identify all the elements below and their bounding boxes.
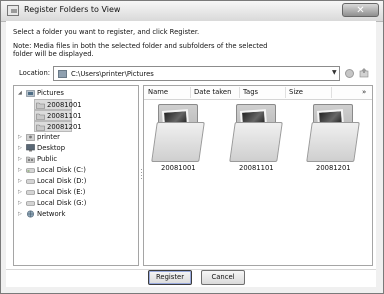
expand-icon[interactable]: ▷ bbox=[18, 200, 22, 206]
tree-item-label: printer bbox=[37, 133, 60, 141]
column-date-taken[interactable]: Date taken bbox=[194, 86, 231, 99]
tree-item-label: 20081201 bbox=[47, 123, 82, 131]
folder-tile-20081001[interactable] bbox=[151, 104, 205, 162]
more-columns-icon[interactable]: » bbox=[362, 86, 366, 99]
column-divider[interactable] bbox=[285, 87, 286, 98]
disk-icon bbox=[26, 179, 35, 184]
location-combobox[interactable]: C:\Users\printer\Pictures ▼ bbox=[53, 66, 340, 81]
tree-item-pictures[interactable]: ◢ Pictures bbox=[16, 88, 76, 99]
tree-item-label: 20081001 bbox=[47, 101, 82, 109]
tree-item-label: Local Disk (D:) bbox=[37, 177, 87, 185]
tree-item-label: Local Disk (E:) bbox=[37, 188, 86, 196]
tree-item-20081201[interactable]: 20081201 bbox=[34, 121, 82, 132]
expand-icon[interactable]: ▷ bbox=[18, 167, 22, 173]
desktop-icon bbox=[26, 144, 35, 152]
column-size[interactable]: Size bbox=[289, 86, 303, 99]
folder-tile-20081201[interactable] bbox=[306, 104, 360, 162]
column-divider[interactable] bbox=[190, 87, 191, 98]
window-title: Register Folders to View bbox=[24, 5, 121, 14]
folder-front-icon bbox=[229, 122, 283, 162]
tree-item-label: Desktop bbox=[37, 144, 66, 152]
dropdown-arrow-icon[interactable]: ▼ bbox=[332, 69, 337, 76]
tree-item-label: 20081101 bbox=[47, 112, 82, 120]
tree-item-network[interactable]: ▷ Network bbox=[16, 209, 96, 220]
tree-item-desktop[interactable]: ▷ Desktop bbox=[16, 143, 76, 154]
location-value: C:\Users\printer\Pictures bbox=[71, 70, 154, 78]
folder-icon bbox=[36, 124, 45, 131]
column-tags[interactable]: Tags bbox=[243, 86, 258, 99]
close-button[interactable]: ✕ bbox=[342, 3, 379, 17]
expand-icon[interactable]: ▷ bbox=[18, 189, 22, 195]
folder-label[interactable]: 20081101 bbox=[239, 164, 274, 172]
public-folder-icon bbox=[26, 156, 35, 163]
tree-item-label: Pictures bbox=[37, 89, 64, 97]
instructions-text: Select a folder you want to register, an… bbox=[13, 28, 200, 36]
folder-icon bbox=[36, 102, 45, 109]
app-icon bbox=[7, 5, 19, 16]
back-icon[interactable] bbox=[345, 69, 354, 78]
tree-item-20081101[interactable]: 20081101 bbox=[34, 110, 82, 121]
folder-label[interactable]: 20081201 bbox=[316, 164, 351, 172]
pictures-folder-icon bbox=[58, 70, 67, 78]
title-bar: Register Folders to View ✕ bbox=[1, 1, 383, 22]
tree-item-local-disk-e[interactable]: ▷ Local Disk (E:) bbox=[16, 187, 96, 198]
tree-item-label: Public bbox=[37, 155, 58, 163]
expand-icon[interactable]: ▷ bbox=[18, 178, 22, 184]
column-header-row: Name ^ Date taken Tags Size » bbox=[144, 86, 372, 100]
folder-label[interactable]: 20081001 bbox=[161, 164, 196, 172]
tree-item-label: Local Disk (G:) bbox=[37, 199, 87, 207]
tree-item-public[interactable]: ▷ Public bbox=[16, 154, 76, 165]
folder-front-icon bbox=[151, 122, 205, 162]
expand-icon[interactable]: ▷ bbox=[18, 211, 22, 217]
location-label: Location: bbox=[19, 69, 51, 77]
tree-item-local-disk-c[interactable]: ▷ Local Disk (C:) bbox=[16, 165, 96, 176]
user-folder-icon bbox=[26, 134, 35, 141]
network-icon bbox=[26, 210, 35, 218]
cancel-button[interactable]: Cancel bbox=[201, 270, 245, 285]
disk-icon bbox=[26, 190, 35, 195]
tree-item-local-disk-d[interactable]: ▷ Local Disk (D:) bbox=[16, 176, 96, 187]
tree-item-label: Local Disk (C:) bbox=[37, 166, 86, 174]
folder-content-list[interactable]: Name ^ Date taken Tags Size » 20081001 2… bbox=[143, 85, 373, 266]
up-folder-icon[interactable] bbox=[359, 68, 369, 78]
folder-tile-20081101[interactable] bbox=[229, 104, 283, 162]
column-divider[interactable] bbox=[331, 87, 332, 98]
register-button[interactable]: Register bbox=[148, 270, 192, 285]
tree-item-20081001[interactable]: 20081001 bbox=[34, 99, 82, 110]
pictures-folder-icon bbox=[26, 90, 35, 97]
disk-icon bbox=[26, 168, 35, 173]
note-text: Note: Media files in both the selected f… bbox=[13, 42, 268, 58]
sort-ascending-icon: ^ bbox=[180, 85, 185, 90]
column-name[interactable]: Name bbox=[148, 86, 168, 99]
expand-icon[interactable]: ▷ bbox=[18, 145, 22, 151]
folder-front-icon bbox=[306, 122, 360, 162]
column-divider[interactable] bbox=[239, 87, 240, 98]
tree-item-label: Network bbox=[37, 210, 66, 218]
collapse-icon[interactable]: ◢ bbox=[18, 90, 22, 96]
folder-tree[interactable]: ◢ Pictures 20081001 20081101 20081201 ▷ … bbox=[13, 85, 139, 266]
folder-icon bbox=[36, 113, 45, 120]
expand-icon[interactable]: ▷ bbox=[18, 156, 22, 162]
disk-icon bbox=[26, 201, 35, 206]
tree-item-printer[interactable]: ▷ printer bbox=[16, 132, 76, 143]
tree-item-local-disk-g[interactable]: ▷ Local Disk (G:) bbox=[16, 198, 96, 209]
expand-icon[interactable]: ▷ bbox=[18, 134, 22, 140]
